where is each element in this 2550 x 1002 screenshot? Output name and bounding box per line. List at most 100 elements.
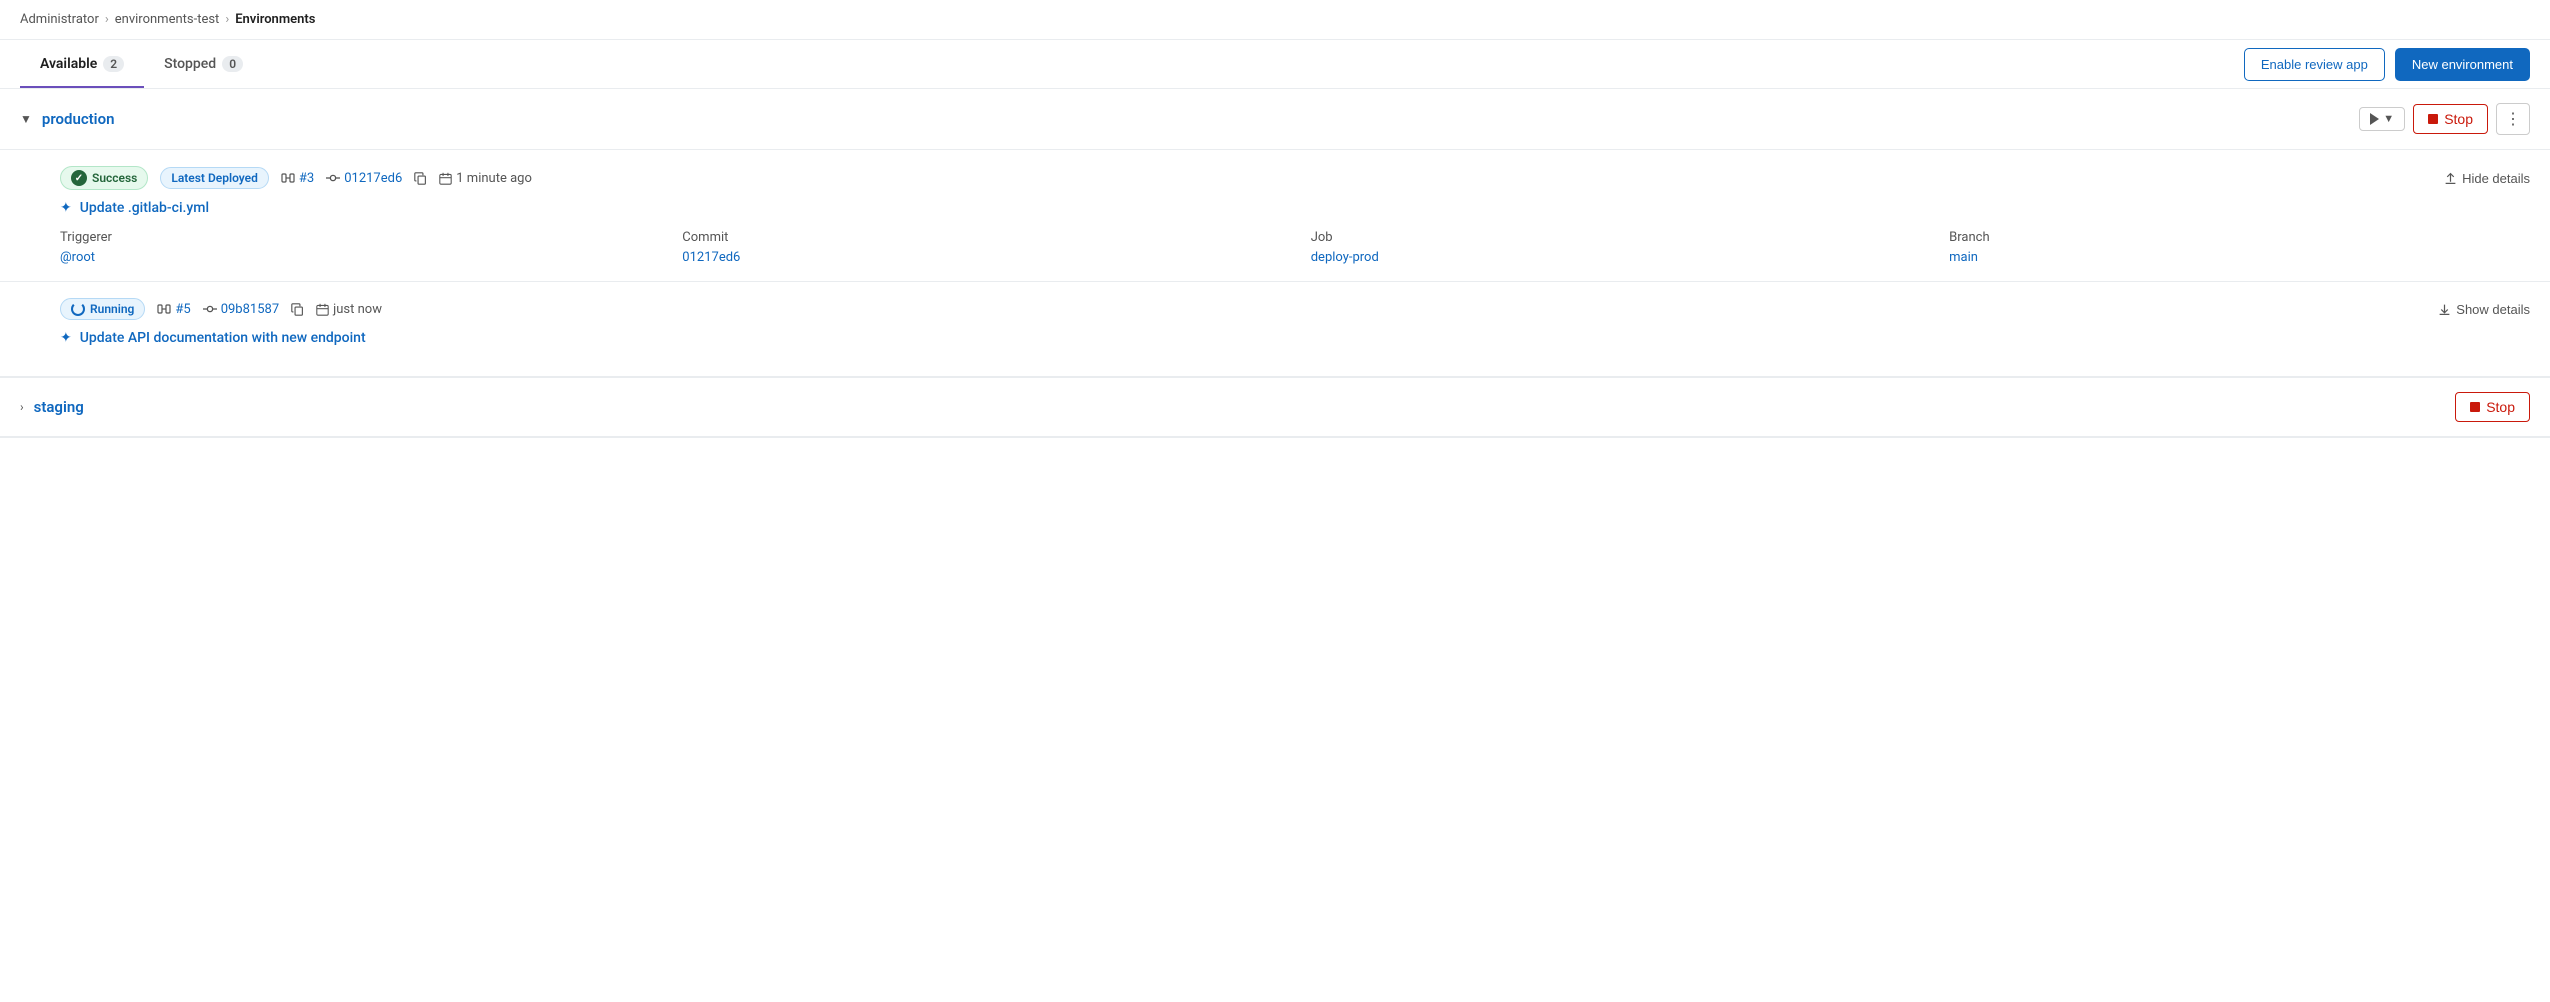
collapse-arrow-production[interactable]: ▼ xyxy=(20,112,32,126)
tabs-right: Enable review app New environment xyxy=(2244,48,2530,81)
new-environment-button[interactable]: New environment xyxy=(2395,48,2530,81)
breadcrumb-current: Environments xyxy=(235,12,315,27)
deployment-top-1: ✓ Success Latest Deployed #3 xyxy=(60,166,2530,190)
deployment-row-2: Running #5 xyxy=(0,282,2550,377)
calendar-icon-2 xyxy=(316,303,329,316)
tab-stopped-count: 0 xyxy=(222,56,243,72)
stop-button-staging[interactable]: Stop xyxy=(2455,392,2530,422)
badge-running: Running xyxy=(60,298,145,320)
latest-deployed-label: Latest Deployed xyxy=(171,171,258,185)
play-dropdown-icon: ▼ xyxy=(2383,113,2394,125)
commit-icon-2 xyxy=(203,302,217,316)
env-header-right-production: ▼ Stop ⋮ xyxy=(2359,103,2530,135)
badge-success: ✓ Success xyxy=(60,166,148,190)
badge-latest-deployed: Latest Deployed xyxy=(160,167,269,189)
success-check-icon: ✓ xyxy=(71,170,87,186)
job-header: Job xyxy=(1311,230,1919,245)
upload-icon-1 xyxy=(2444,172,2457,185)
stop-label-production: Stop xyxy=(2444,111,2473,127)
stop-button-production[interactable]: Stop xyxy=(2413,104,2488,134)
main-content: ▼ production ▼ Stop ⋮ ✓ xyxy=(0,89,2550,438)
pipeline-id-2: #5 xyxy=(157,302,190,317)
copy-icon-area-1 xyxy=(414,172,427,185)
env-header-right-staging: Stop xyxy=(2455,392,2530,422)
breadcrumb-sep2: › xyxy=(225,12,229,27)
env-name-staging[interactable]: staging xyxy=(34,398,84,416)
triggerer-header: Triggerer xyxy=(60,230,652,245)
commit-meta-2: 09b81587 xyxy=(203,302,279,317)
status-label-2: Running xyxy=(90,302,134,316)
env-header-left-staging: › staging xyxy=(20,398,84,416)
pipeline-link-2[interactable]: #5 xyxy=(175,302,190,317)
breadcrumb-sep1: › xyxy=(105,12,109,27)
branch-header: Branch xyxy=(1949,230,2530,245)
commit-hash-1[interactable]: 01217ed6 xyxy=(344,171,402,186)
deployment-details-table-1: Triggerer Commit Job Branch @root 01217e… xyxy=(60,230,2530,265)
commit-message-link-1[interactable]: Update .gitlab-ci.yml xyxy=(80,200,209,216)
enable-review-app-button[interactable]: Enable review app xyxy=(2244,48,2385,81)
pipeline-icon-2 xyxy=(157,302,171,316)
commit-message-link-2[interactable]: Update API documentation with new endpoi… xyxy=(80,330,366,346)
calendar-icon-1 xyxy=(439,172,452,185)
status-label-1: Success xyxy=(92,171,137,185)
stop-icon-staging xyxy=(2470,402,2480,412)
hide-details-label-1: Hide details xyxy=(2462,171,2530,186)
show-details-label-2: Show details xyxy=(2456,302,2530,317)
play-button-production[interactable]: ▼ xyxy=(2359,107,2405,131)
download-icon-2 xyxy=(2438,303,2451,316)
env-header-left-production: ▼ production xyxy=(20,110,114,128)
commit-link[interactable]: 01217ed6 xyxy=(682,250,740,265)
stop-icon-production xyxy=(2428,114,2438,124)
time-meta-2: just now xyxy=(316,302,382,317)
commit-header: Commit xyxy=(682,230,1280,245)
deployment-title-1: ✦ Update .gitlab-ci.yml xyxy=(60,200,2530,216)
env-name-production[interactable]: production xyxy=(42,110,115,128)
spinning-icon xyxy=(71,302,85,316)
env-header-staging: › staging Stop xyxy=(0,378,2550,437)
gear-icon-2: ✦ xyxy=(60,330,72,346)
commit-hash-2[interactable]: 09b81587 xyxy=(221,302,279,317)
hide-details-button-1[interactable]: Hide details xyxy=(2444,171,2530,186)
time-label-1: 1 minute ago xyxy=(456,171,532,186)
pipeline-icon xyxy=(281,171,295,185)
deployment-meta-1: ✓ Success Latest Deployed #3 xyxy=(60,166,532,190)
copy-icon-2[interactable] xyxy=(291,303,304,316)
time-label-2: just now xyxy=(333,302,382,317)
show-details-button-2[interactable]: Show details xyxy=(2438,302,2530,317)
env-section-production: ▼ production ▼ Stop ⋮ ✓ xyxy=(0,89,2550,378)
time-meta-1: 1 minute ago xyxy=(439,171,532,186)
commit-value: 01217ed6 xyxy=(682,249,1280,265)
commit-icon-1 xyxy=(326,171,340,185)
copy-icon-1[interactable] xyxy=(414,172,427,185)
tabs-left: Available 2 Stopped 0 xyxy=(20,40,263,88)
deployment-title-2: ✦ Update API documentation with new endp… xyxy=(60,330,2530,346)
job-link[interactable]: deploy-prod xyxy=(1311,250,1379,265)
kebab-menu-production[interactable]: ⋮ xyxy=(2496,103,2530,135)
play-icon xyxy=(2370,113,2379,125)
env-header-production: ▼ production ▼ Stop ⋮ xyxy=(0,89,2550,150)
env-section-staging: › staging Stop xyxy=(0,378,2550,438)
breadcrumb: Administrator › environments-test › Envi… xyxy=(0,0,2550,40)
copy-icon-area-2 xyxy=(291,303,304,316)
tab-stopped-label: Stopped xyxy=(164,56,216,72)
tab-available[interactable]: Available 2 xyxy=(20,40,144,88)
commit-meta-1: 01217ed6 xyxy=(326,171,402,186)
deployment-meta-2: Running #5 xyxy=(60,298,382,320)
gear-icon-1: ✦ xyxy=(60,200,72,216)
pipeline-id-1: #3 xyxy=(281,171,314,186)
tabs-header: Available 2 Stopped 0 Enable review app … xyxy=(0,40,2550,89)
tab-available-label: Available xyxy=(40,56,97,72)
triggerer-value: @root xyxy=(60,249,652,265)
job-value: deploy-prod xyxy=(1311,249,1919,265)
branch-value: main xyxy=(1949,249,2530,265)
tab-stopped[interactable]: Stopped 0 xyxy=(144,40,263,88)
triggerer-link[interactable]: @root xyxy=(60,250,95,265)
deployment-row-1: ✓ Success Latest Deployed #3 xyxy=(0,150,2550,282)
breadcrumb-project[interactable]: environments-test xyxy=(115,12,220,27)
branch-link[interactable]: main xyxy=(1949,250,1978,265)
breadcrumb-admin[interactable]: Administrator xyxy=(20,12,99,27)
collapse-arrow-staging[interactable]: › xyxy=(20,400,24,414)
pipeline-link-1[interactable]: #3 xyxy=(299,171,314,186)
deployment-top-2: Running #5 xyxy=(60,298,2530,320)
stop-label-staging: Stop xyxy=(2486,399,2515,415)
